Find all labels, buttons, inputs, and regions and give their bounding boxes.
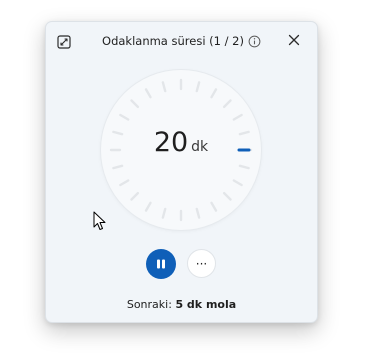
- next-label: Sonraki:: [126, 298, 172, 311]
- pause-button[interactable]: [146, 249, 176, 279]
- more-icon: ···: [195, 256, 208, 271]
- dial-tick: [119, 113, 130, 121]
- dial-tick: [210, 201, 218, 212]
- dial-tick: [195, 207, 201, 219]
- dial-tick: [222, 191, 232, 201]
- dial-tick: [144, 201, 152, 212]
- info-icon[interactable]: [248, 35, 261, 48]
- timer-readout: 20 dk: [101, 127, 261, 158]
- more-button[interactable]: ···: [187, 249, 216, 278]
- focus-session-window: Odaklanma süresi (1 / 2) 20 dk ··· Sonra…: [45, 21, 318, 323]
- title-bar: Odaklanma süresi (1 / 2): [46, 34, 317, 48]
- next-value: 5 dk mola: [175, 298, 237, 311]
- dial-tick: [232, 179, 243, 187]
- mouse-cursor-icon: [93, 211, 106, 230]
- dial-tick: [210, 88, 218, 99]
- timer-value: 20: [153, 127, 189, 158]
- dial-tick: [195, 81, 201, 93]
- timer-dial[interactable]: 20 dk: [101, 70, 261, 230]
- dial-tick: [232, 113, 243, 121]
- dial-tick: [130, 99, 140, 109]
- dial-tick: [112, 164, 124, 170]
- timer-unit: dk: [191, 139, 209, 155]
- dial-tick: [161, 81, 167, 93]
- pause-icon: [157, 259, 165, 269]
- dial-tick: [130, 191, 140, 201]
- dial-tick: [161, 207, 167, 219]
- dial-tick: [238, 164, 250, 170]
- dial-tick: [144, 88, 152, 99]
- close-button[interactable]: [285, 31, 303, 49]
- close-icon: [288, 34, 300, 46]
- dial-tick: [119, 179, 130, 187]
- window-title: Odaklanma süresi (1 / 2): [102, 34, 244, 48]
- dial-tick: [222, 99, 232, 109]
- next-session-info: Sonraki: 5 dk mola: [46, 298, 317, 311]
